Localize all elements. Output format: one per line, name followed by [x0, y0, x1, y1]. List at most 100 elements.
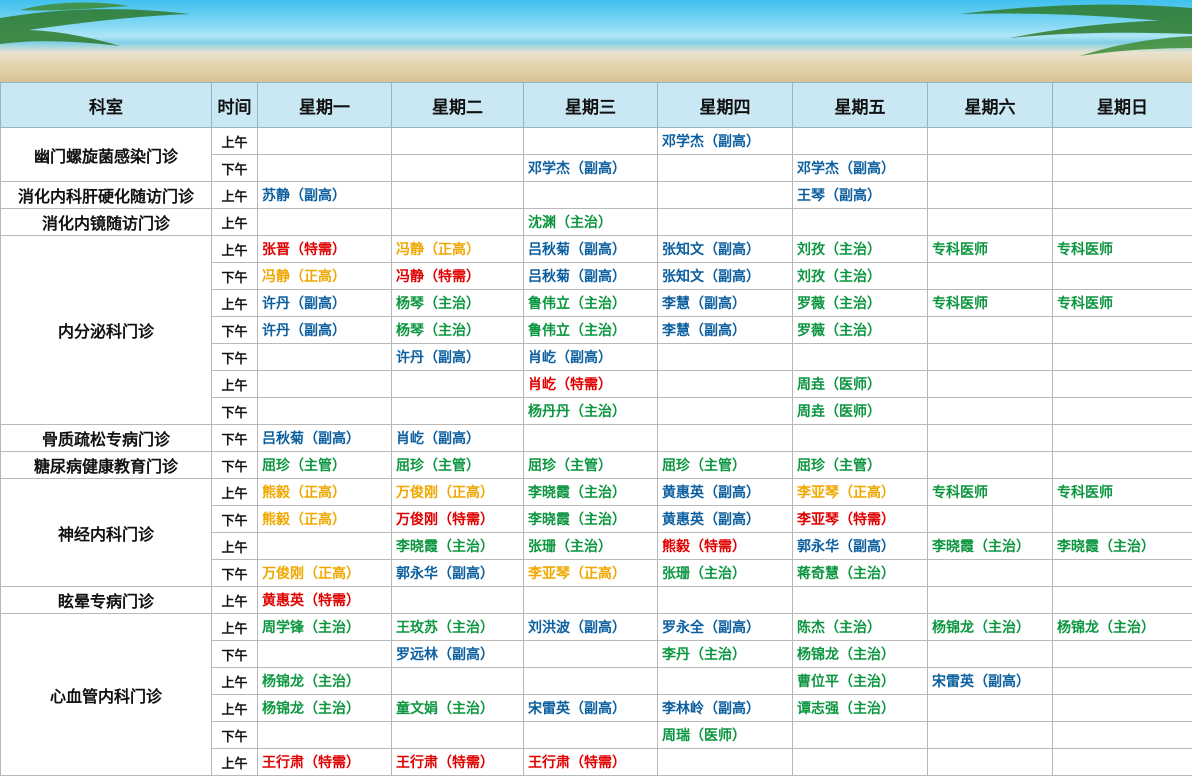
schedule-cell: 黄惠英（副高） [658, 479, 793, 506]
schedule-cell: 鲁伟立（主治） [524, 290, 658, 317]
schedule-cell: 邓学杰（副高） [524, 155, 658, 182]
schedule-cell [658, 668, 793, 695]
schedule-cell [258, 398, 392, 425]
schedule-cell: 万俊刚（特需） [392, 506, 524, 533]
schedule-cell: 屈珍（主管） [793, 452, 928, 479]
table-row: 神经内科门诊上午熊毅（正高）万俊刚（正高）李晓霞（主治）黄惠英（副高）李亚琴（正… [1, 479, 1192, 506]
schedule-cell [658, 425, 793, 452]
department-name: 内分泌科门诊 [1, 236, 212, 425]
schedule-cell: 屈珍（主管） [392, 452, 524, 479]
header-wednesday: 星期三 [524, 83, 658, 128]
table-row: 消化内镜随访门诊上午沈渊（主治） [1, 209, 1192, 236]
schedule-cell: 李林岭（副高） [658, 695, 793, 722]
time-slot: 上午 [212, 533, 258, 560]
schedule-cell [928, 587, 1053, 614]
schedule-cell: 杨锦龙（主治） [258, 695, 392, 722]
schedule-cell [928, 452, 1053, 479]
time-slot: 下午 [212, 722, 258, 749]
schedule-cell: 冯静（特需） [392, 263, 524, 290]
schedule-cell [1053, 182, 1192, 209]
schedule-cell: 张珊（主治） [524, 533, 658, 560]
schedule-cell: 宋雷英（副高） [524, 695, 658, 722]
schedule-cell: 肖屹（副高） [524, 344, 658, 371]
schedule-cell: 宋雷英（副高） [928, 668, 1053, 695]
schedule-cell [392, 182, 524, 209]
schedule-cell: 李慧（副高） [658, 290, 793, 317]
schedule-cell [392, 128, 524, 155]
time-slot: 上午 [212, 290, 258, 317]
schedule-cell [524, 722, 658, 749]
schedule-cell [258, 209, 392, 236]
schedule-cell: 张珊（主治） [658, 560, 793, 587]
schedule-cell: 罗薇（主治） [793, 317, 928, 344]
schedule-cell [258, 722, 392, 749]
schedule-cell: 李晓霞（主治） [1053, 533, 1192, 560]
schedule-cell [1053, 749, 1192, 776]
schedule-cell: 李晓霞（主治） [524, 479, 658, 506]
schedule-cell: 熊毅（正高） [258, 479, 392, 506]
schedule-cell: 专科医师 [1053, 479, 1192, 506]
schedule-cell [392, 209, 524, 236]
time-slot: 下午 [212, 398, 258, 425]
department-name: 幽门螺旋菌感染门诊 [1, 128, 212, 182]
schedule-cell: 杨琴（主治） [392, 317, 524, 344]
schedule-cell [658, 155, 793, 182]
schedule-cell: 杨锦龙（主治） [258, 668, 392, 695]
schedule-cell [258, 641, 392, 668]
schedule-cell: 陈杰（主治） [793, 614, 928, 641]
table-row: 心血管内科门诊上午周学锋（主治）王玫苏（主治）刘洪波（副高）罗永全（副高）陈杰（… [1, 614, 1192, 641]
schedule-cell: 杨锦龙（主治） [928, 614, 1053, 641]
header-time: 时间 [212, 83, 258, 128]
schedule-cell: 万俊刚（正高） [392, 479, 524, 506]
table-row: 幽门螺旋菌感染门诊上午邓学杰（副高） [1, 128, 1192, 155]
table-row: 消化内科肝硬化随访门诊上午苏静（副高）王琴（副高） [1, 182, 1192, 209]
time-slot: 上午 [212, 479, 258, 506]
schedule-cell [524, 425, 658, 452]
schedule-cell [793, 749, 928, 776]
schedule-cell: 曹位平（主治） [793, 668, 928, 695]
time-slot: 上午 [212, 614, 258, 641]
schedule-cell: 邓学杰（副高） [658, 128, 793, 155]
time-slot: 下午 [212, 452, 258, 479]
palm-leaves-decoration [0, 0, 1192, 82]
schedule-cell [258, 128, 392, 155]
schedule-cell [658, 398, 793, 425]
schedule-cell: 张晋（特需） [258, 236, 392, 263]
schedule-cell: 王玫苏（主治） [392, 614, 524, 641]
schedule-cell: 王琴（副高） [793, 182, 928, 209]
schedule-cell: 许丹（副高） [392, 344, 524, 371]
department-name: 骨质疏松专病门诊 [1, 425, 212, 452]
schedule-cell [392, 587, 524, 614]
time-slot: 下午 [212, 506, 258, 533]
schedule-cell [928, 722, 1053, 749]
schedule-cell: 蒋奇慧（主治） [793, 560, 928, 587]
schedule-cell [928, 749, 1053, 776]
schedule-cell: 杨丹丹（主治） [524, 398, 658, 425]
time-slot: 上午 [212, 749, 258, 776]
schedule-cell [1053, 722, 1192, 749]
schedule-cell [928, 128, 1053, 155]
schedule-cell: 吕秋菊（副高） [524, 236, 658, 263]
schedule-cell [928, 695, 1053, 722]
department-name: 心血管内科门诊 [1, 614, 212, 776]
schedule-cell: 冯静（正高） [392, 236, 524, 263]
schedule-cell: 肖屹（特需） [524, 371, 658, 398]
schedule-cell [1053, 344, 1192, 371]
schedule-cell [928, 155, 1053, 182]
schedule-cell: 冯静（正高） [258, 263, 392, 290]
department-name: 糖尿病健康教育门诊 [1, 452, 212, 479]
schedule-cell: 王行肃（特需） [392, 749, 524, 776]
schedule-cell: 专科医师 [928, 290, 1053, 317]
schedule-cell [392, 398, 524, 425]
schedule-cell [928, 317, 1053, 344]
schedule-cell [524, 128, 658, 155]
time-slot: 下午 [212, 560, 258, 587]
schedule-cell: 李丹（主治） [658, 641, 793, 668]
schedule-cell: 杨锦龙（主治） [1053, 614, 1192, 641]
schedule-cell: 万俊刚（正高） [258, 560, 392, 587]
clinic-schedule-table: 科室 时间 星期一 星期二 星期三 星期四 星期五 星期六 星期日 幽门螺旋菌感… [0, 82, 1192, 776]
schedule-cell: 刘洪波（副高） [524, 614, 658, 641]
time-slot: 下午 [212, 425, 258, 452]
schedule-cell: 李亚琴（特需） [793, 506, 928, 533]
schedule-cell: 罗薇（主治） [793, 290, 928, 317]
